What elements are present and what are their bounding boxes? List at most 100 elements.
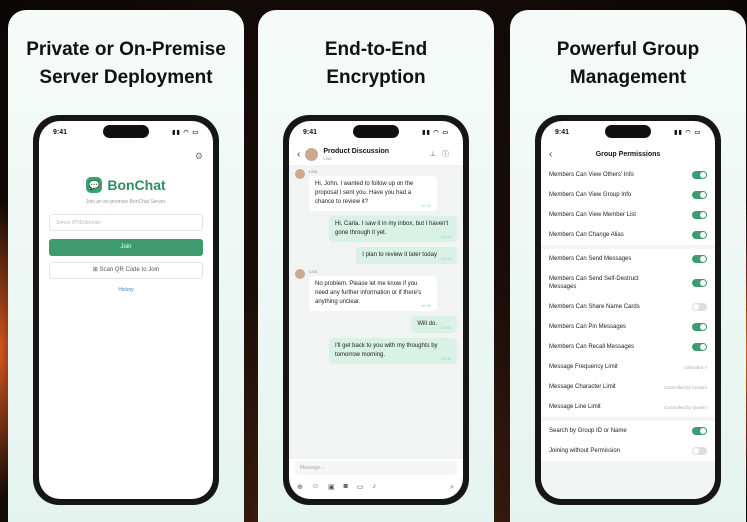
back-arrow-icon[interactable]: ‹ — [549, 149, 561, 160]
avatar — [305, 147, 319, 161]
image-icon[interactable]: ▣ — [328, 483, 335, 491]
dynamic-island — [103, 125, 149, 138]
info-icon[interactable]: ⓘ — [442, 151, 455, 158]
permission-value: Controlled by System — [664, 404, 707, 410]
permission-toggle[interactable] — [692, 343, 707, 351]
permission-row[interactable]: Members Can View Group Info — [541, 185, 715, 205]
permission-row[interactable]: Message Line Limit Controlled by System — [541, 397, 715, 417]
message-time: 10:35 — [440, 256, 451, 261]
back-arrow-icon[interactable]: ‹ — [297, 149, 300, 160]
permission-toggle[interactable] — [692, 447, 707, 455]
sender-name: Lisa — [309, 269, 318, 274]
message-bubble[interactable]: No problem. Please let me know if you ne… — [309, 276, 437, 311]
scan-qr-button[interactable]: ⊞ Scan QR Code to Join — [49, 262, 203, 279]
message-wrap: Lisa No problem. Please let me know if yo… — [309, 269, 437, 311]
app-logo: 💬 BonChat — [39, 177, 213, 193]
server-subtitle: Join an on-premise BonChat Server. — [85, 199, 167, 205]
permission-row[interactable]: Members Can Pin Messages — [541, 317, 715, 337]
phone-screen: 9:41 ▮▮ ◠ ▭ ⚙ 💬 BonChat Join an on-premi… — [39, 121, 213, 499]
message-bubble[interactable]: Hi, Carla. I saw it in my inbox, but I h… — [329, 216, 457, 242]
message-time: 10:35 — [420, 303, 431, 308]
permission-row[interactable]: Members Can Send Self-Destruct Messages — [541, 269, 715, 297]
permission-label: Members Can View Group Info — [549, 192, 632, 198]
message-wrap: I'll get back to you with my thoughts by… — [329, 338, 457, 364]
join-button[interactable]: Join — [49, 239, 203, 256]
dynamic-island — [605, 125, 651, 138]
message-text: I'll get back to you with my thoughts by… — [335, 343, 438, 358]
permission-toggle[interactable] — [692, 255, 707, 263]
permission-value: Controlled by System — [664, 384, 707, 390]
message-bubble[interactable]: Hi, John. I wanted to follow up on the p… — [309, 176, 437, 211]
app-name: BonChat — [107, 177, 166, 193]
permission-group: Members Can Send Messages Members Can Sen… — [541, 249, 715, 417]
plus-icon[interactable]: ⊕ — [297, 483, 303, 491]
permission-toggle[interactable] — [692, 303, 707, 311]
permission-row[interactable]: Message Frequency Limit Unlimited > — [541, 357, 715, 377]
composer-toolbar: ⊕ ☺ ▣ ◙ ▭ ♪ ➤ — [297, 483, 455, 491]
permission-label: Members Can Pin Messages — [549, 324, 627, 330]
message-row: Hi, Carla. I saw it in my inbox, but I h… — [295, 216, 457, 242]
signal-wifi-battery-icon: ▮▮ ◠ ▭ — [422, 129, 449, 136]
avatar — [295, 269, 305, 279]
message-wrap: Lisa Hi, John. I wanted to follow up on t… — [309, 169, 437, 211]
permission-label: Members Can Send Self-Destruct Messages — [549, 276, 639, 290]
message-wrap: Will do. 10:35 — [411, 316, 457, 333]
phone-mockup: 9:41 ▮▮ ◠ ▭ ⚙ 💬 BonChat Join an on-premi… — [33, 115, 219, 505]
permission-toggle[interactable] — [692, 279, 707, 287]
message-row: I'll get back to you with my thoughts by… — [295, 338, 457, 364]
chat-title: Product Discussion — [323, 147, 390, 155]
permission-row[interactable]: Members Can Send Messages — [541, 249, 715, 269]
feature-card-deployment: Private or On-Premise Server Deployment … — [8, 10, 244, 522]
permissions-header: ‹ Group Permissions — [541, 143, 715, 165]
card-title: End-to-End Encryption — [324, 39, 428, 88]
microphone-icon[interactable]: ♪ — [373, 483, 377, 491]
permission-row[interactable]: Members Can Recall Messages — [541, 337, 715, 357]
qr-code-icon: ⊞ — [92, 267, 100, 273]
message-row: Lisa Hi, John. I wanted to follow up on t… — [295, 169, 457, 211]
permission-toggle[interactable] — [692, 211, 707, 219]
phone-screen: 9:41 ▮▮ ◠ ▭ ‹ Product Discussion Lisa ⊥ⓘ… — [289, 121, 463, 499]
permission-toggle[interactable] — [692, 323, 707, 331]
permission-row[interactable]: Joining without Permission — [541, 441, 715, 461]
permission-label: Members Can Change Alias — [549, 232, 624, 238]
message-text: Will do. — [417, 321, 437, 327]
permission-row[interactable]: Members Can View Member List — [541, 205, 715, 225]
permission-row[interactable]: Members Can View Others' Info — [541, 165, 715, 185]
avatar — [295, 169, 305, 179]
permission-label: Members Can View Others' Info — [549, 172, 634, 178]
message-bubble[interactable]: I'll get back to you with my thoughts by… — [329, 338, 457, 364]
history-link[interactable]: History — [39, 287, 213, 293]
message-bubble[interactable]: I plan to review it later today 10:35 — [356, 247, 457, 264]
message-list[interactable]: Lisa Hi, John. I wanted to follow up on t… — [289, 165, 463, 459]
message-input[interactable]: Message... — [295, 461, 457, 475]
permission-label: Message Frequency Limit — [549, 364, 618, 370]
permission-row[interactable]: Members Can Share Name Cards — [541, 297, 715, 317]
gear-icon[interactable]: ⚙ — [195, 151, 203, 162]
chat-title-block: Product Discussion Lisa — [323, 148, 389, 161]
video-icon[interactable]: ▭ — [357, 483, 364, 491]
message-bubble[interactable]: Will do. 10:35 — [411, 316, 457, 333]
permission-toggle[interactable] — [692, 427, 707, 435]
server-input[interactable]: Server IP/ID/domain — [49, 214, 203, 231]
message-text: No problem. Please let me know if you ne… — [315, 281, 422, 305]
message-time: 10:35 — [440, 325, 451, 330]
message-time: 10:33 — [440, 234, 451, 239]
permission-label: Members Can Send Messages — [549, 256, 632, 262]
send-icon[interactable]: ➤ — [449, 483, 455, 491]
pin-icon[interactable]: ⊥ — [430, 151, 442, 158]
permission-group: Search by Group ID or Name Joining withou… — [541, 421, 715, 461]
permission-toggle[interactable] — [692, 231, 707, 239]
emoji-icon[interactable]: ☺ — [312, 483, 319, 491]
permission-toggle[interactable] — [692, 171, 707, 179]
message-wrap: I plan to review it later today 10:35 — [356, 247, 457, 264]
camera-icon[interactable]: ◙ — [344, 483, 348, 491]
permission-row[interactable]: Members Can Change Alias — [541, 225, 715, 245]
permission-label: Members Can View Member List — [549, 212, 636, 218]
permission-toggle[interactable] — [692, 191, 707, 199]
signal-wifi-battery-icon: ▮▮ ◠ ▭ — [172, 129, 199, 136]
card-title: Powerful Group Management — [556, 39, 700, 88]
sender-name: Lisa — [309, 169, 318, 174]
permission-label: Search by Group ID or Name — [549, 428, 627, 434]
permission-row[interactable]: Message Character Limit Controlled by Sys… — [541, 377, 715, 397]
permission-row[interactable]: Search by Group ID or Name — [541, 421, 715, 441]
